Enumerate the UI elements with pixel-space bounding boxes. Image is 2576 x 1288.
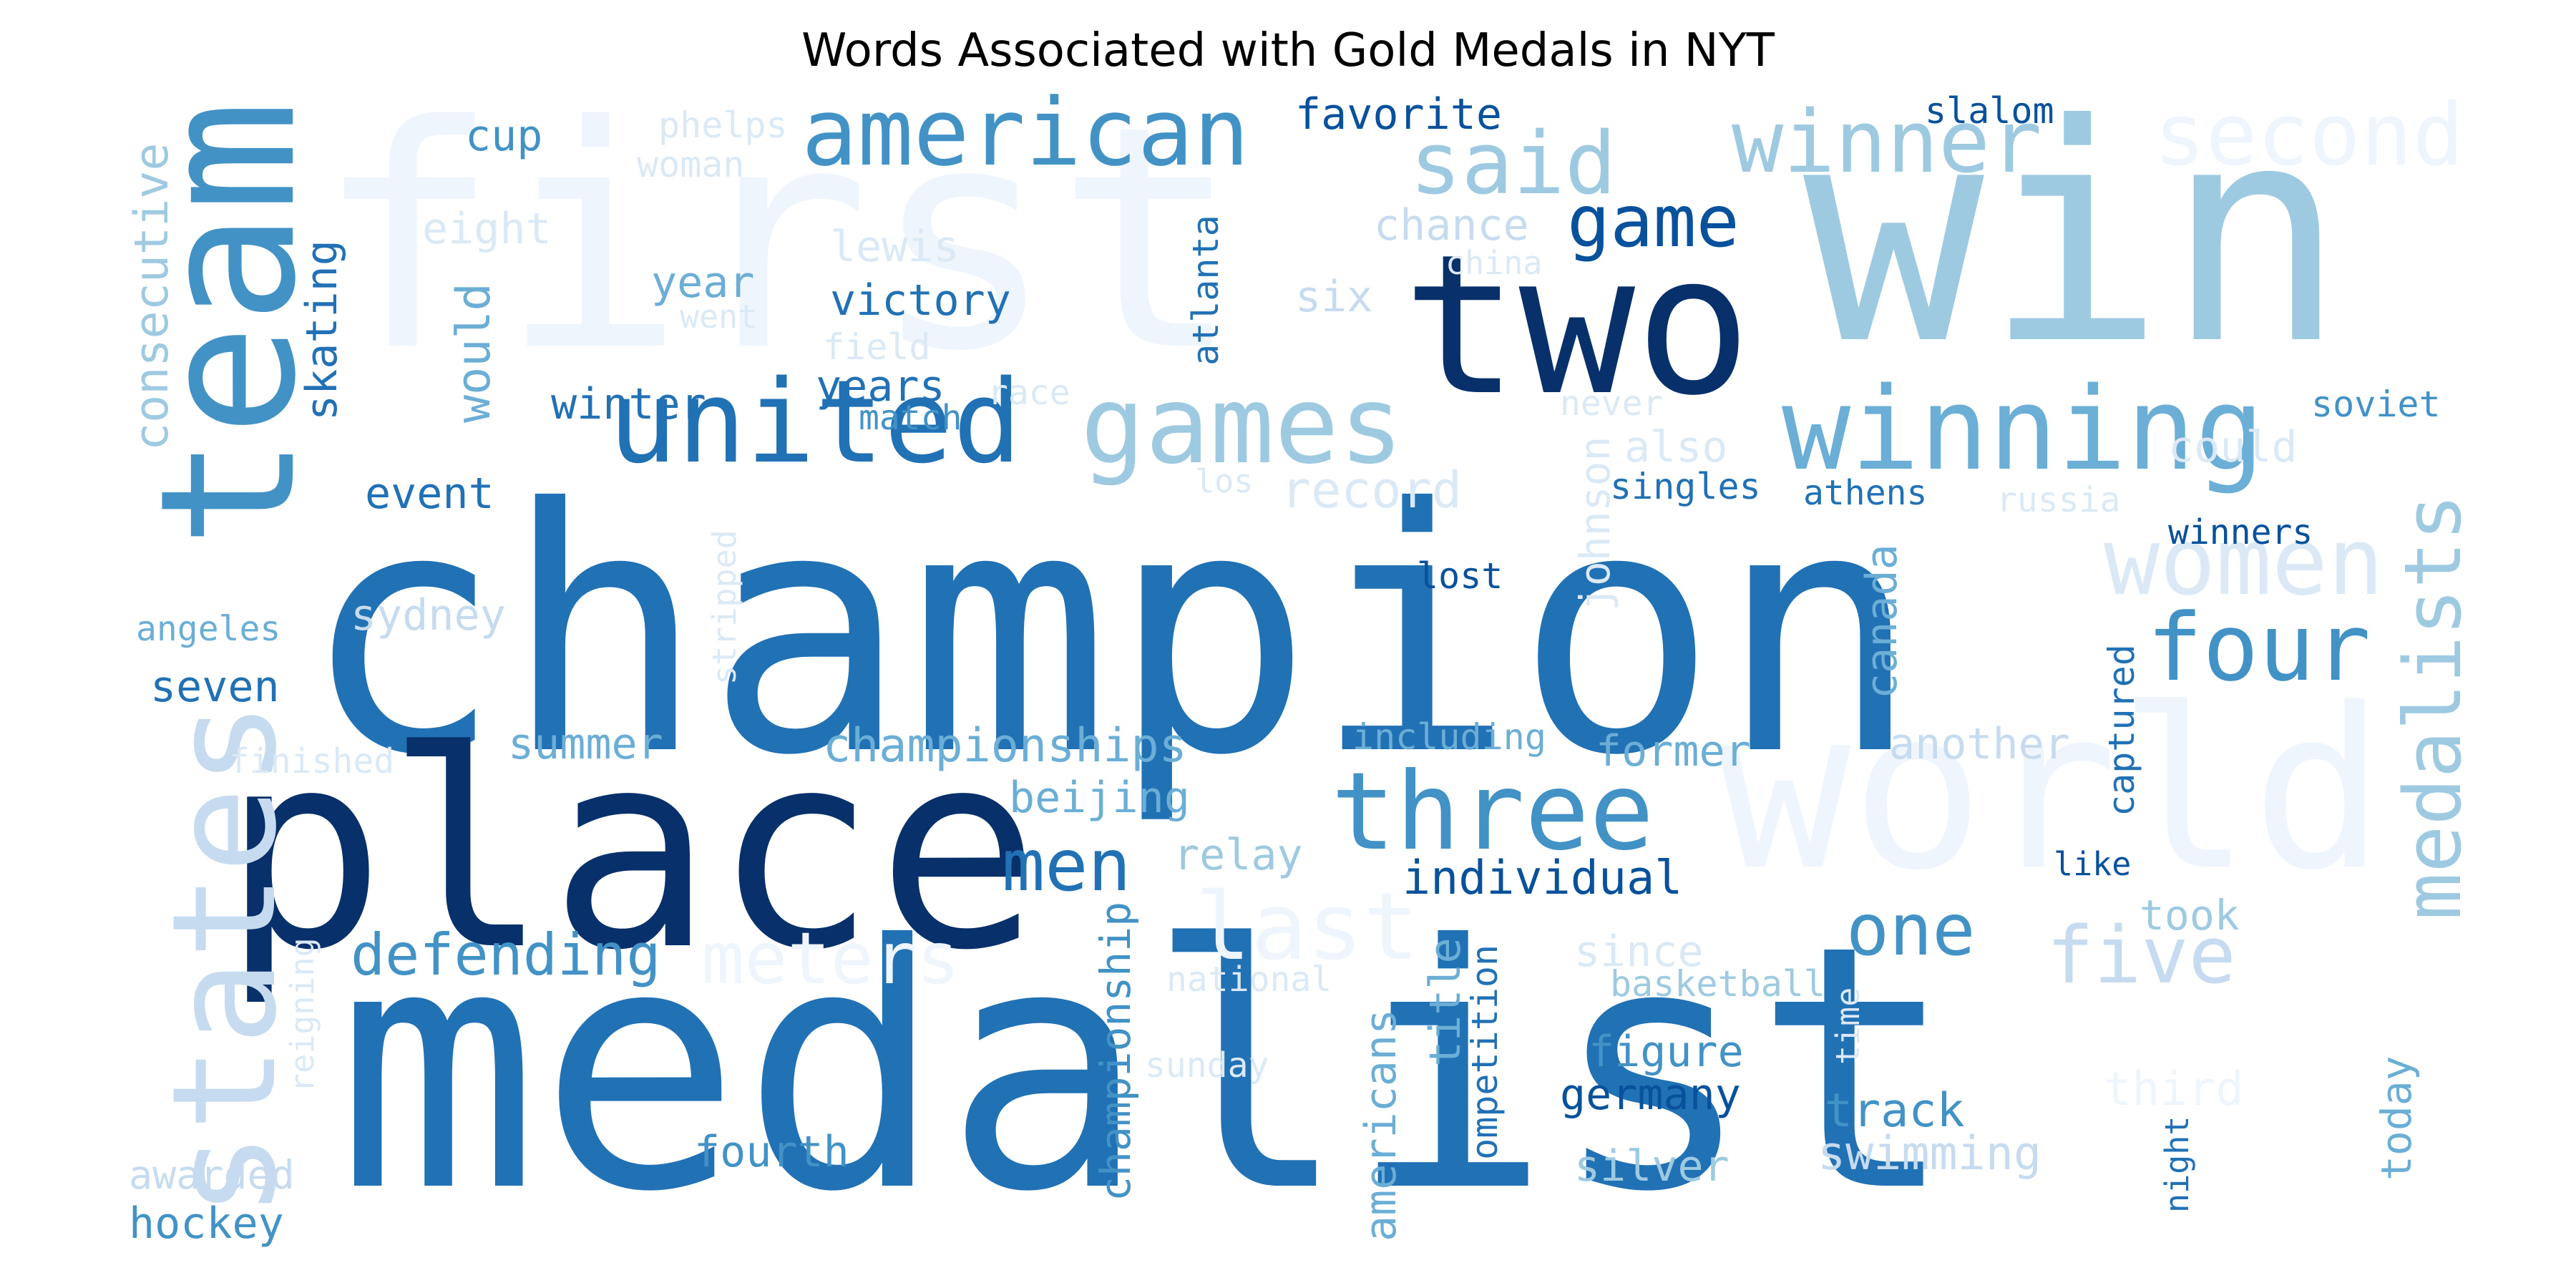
word-swimming: swimming	[1818, 1127, 2042, 1181]
word-race: race	[987, 373, 1070, 413]
word-favorite: favorite	[1295, 89, 1502, 140]
word-six: six	[1295, 272, 1373, 322]
word-field: field	[823, 326, 931, 368]
word-another: another	[1889, 719, 2070, 769]
word-americans: americans	[1356, 1009, 1406, 1242]
word-eight: eight	[422, 204, 552, 254]
word-winners: winners	[2168, 512, 2313, 552]
word-like: like	[2054, 845, 2132, 883]
word-individual: individual	[1402, 852, 1683, 905]
word-soviet: soviet	[2311, 384, 2441, 425]
word-would: would	[447, 283, 501, 423]
word-woman: woman	[637, 144, 745, 185]
word-seven: seven	[150, 662, 280, 712]
word-los: los	[1195, 462, 1254, 500]
word-championships: championships	[823, 719, 1187, 773]
word-meters: meters	[701, 917, 960, 1000]
word-four: four	[2147, 593, 2371, 702]
word-singles: singles	[1610, 466, 1761, 507]
word-event: event	[365, 469, 494, 519]
word-cloud: first win champion medalist place two team worl…	[0, 0, 2576, 1288]
word-stripped: stripped	[706, 530, 743, 685]
word-championship: championship	[1091, 902, 1140, 1202]
word-one: one	[1846, 888, 1976, 972]
word-third: third	[2104, 1063, 2244, 1116]
word-johnson: johnson	[1571, 436, 1619, 612]
word-lewis: lewis	[830, 222, 960, 272]
word-athens: athens	[1803, 473, 1928, 513]
word-relay: relay	[1174, 830, 1303, 880]
word-sunday: sunday	[1145, 1045, 1269, 1085]
word-cup: cup	[465, 111, 543, 161]
word-also: also	[1624, 422, 1728, 472]
word-reigning: reigning	[283, 937, 321, 1093]
word-match: match	[859, 398, 962, 438]
word-time: time	[1829, 987, 1867, 1065]
word-victory: victory	[830, 275, 1011, 326]
word-figure: figure	[1589, 1027, 1744, 1077]
word-fourth: fourth	[694, 1127, 849, 1177]
word-record: record	[1281, 461, 1462, 519]
word-took: took	[2140, 891, 2240, 940]
word-went: went	[680, 298, 758, 336]
word-national: national	[1166, 960, 1332, 1000]
word-beijing: beijing	[1009, 773, 1190, 823]
word-lost: lost	[1417, 555, 1503, 597]
word-silver: silver	[1574, 1141, 1729, 1191]
word-germany: germany	[1560, 1070, 1741, 1120]
word-china: china	[1445, 244, 1543, 282]
word-night: night	[2158, 1116, 2196, 1214]
word-today: today	[2372, 1055, 2421, 1181]
word-american: american	[801, 78, 1250, 187]
word-second: second	[2154, 86, 2464, 185]
word-skating: skating	[297, 240, 347, 421]
word-slalom: slalom	[1925, 90, 2054, 132]
word-russia: russia	[1996, 480, 2121, 520]
word-finished: finished	[229, 741, 395, 781]
word-game: game	[1567, 180, 1740, 263]
word-captured: captured	[2101, 644, 2142, 816]
word-defending: defending	[351, 922, 661, 988]
word-angeles: angeles	[136, 609, 281, 649]
word-men: men	[1002, 824, 1131, 907]
word-phelps: phelps	[658, 104, 788, 146]
word-summer: summer	[508, 719, 663, 769]
word-competition: competition	[1464, 945, 1506, 1182]
word-chance: chance	[1374, 200, 1529, 250]
word-title: title	[1420, 937, 1470, 1067]
word-sydney: sydney	[351, 590, 506, 640]
word-never: never	[1560, 384, 1664, 424]
word-winter: winter	[551, 379, 706, 429]
word-basketball: basketball	[1610, 963, 1826, 1005]
word-awarded: awarded	[129, 1152, 295, 1198]
word-world: world	[1717, 661, 2386, 919]
word-former: former	[1596, 726, 1751, 776]
word-canada: canada	[1857, 544, 1907, 699]
word-could: could	[2168, 422, 2298, 472]
word-consecutive: consecutive	[125, 143, 179, 452]
word-hockey: hockey	[129, 1199, 284, 1249]
word-medalists: medalists	[2387, 494, 2479, 921]
word-including: including	[1352, 716, 1546, 758]
word-atlanta: atlanta	[1185, 215, 1226, 366]
